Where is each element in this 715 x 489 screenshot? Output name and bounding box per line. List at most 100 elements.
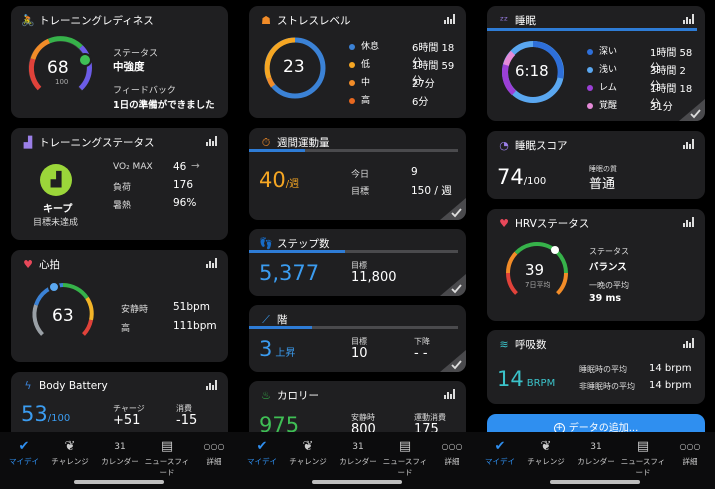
card-title: ⏱ 週間運動量 (259, 135, 330, 150)
feedback-label: フィードバック (113, 86, 176, 96)
tab-calendar[interactable]: 31 カレンダー (96, 438, 144, 467)
body-battery-card[interactable]: ϟ Body Battery 53/100 チャージ +51 消費 -15 (11, 372, 228, 432)
hrv-status-label: ステータス (589, 247, 629, 256)
home-indicator (312, 480, 402, 484)
stress-row-low: 低 1時間 59分 (349, 57, 456, 87)
sleep-zzz-icon: ᶻᶻ (499, 14, 509, 27)
tab-newsfeed[interactable]: ▤ ニュースフィード (380, 438, 430, 478)
steps-value: 5,377 (259, 261, 320, 285)
goal-value: 150 / 週 (411, 185, 452, 197)
flame-icon: ♨ (261, 389, 271, 402)
add-data-button[interactable]: + データの追加... (487, 414, 705, 432)
laurel-icon: ❦ (302, 439, 314, 454)
heart-icon: ♥ (23, 258, 33, 271)
plus-circle-icon: + (553, 422, 565, 432)
calories-rest-value: 800 (351, 422, 376, 432)
status-badge: キープ (43, 204, 73, 215)
tab-my-day[interactable]: ✔ マイデイ (476, 438, 524, 467)
legend-dot (587, 84, 593, 91)
card-title: ≋ 呼吸数 (497, 337, 546, 352)
newsfeed-icon: ▤ (636, 439, 650, 454)
awake-avg-value: 14 brpm (649, 380, 692, 391)
hrv-status-card[interactable]: ♥ HRVステータス 39 7日平均 ステータス バランス 一晩の平均 39 ms (487, 209, 705, 321)
tab-set-3: ✔ マイデイ ❦ チャレンジ 31 カレンダー ▤ ニュースフィード ○○○ 詳細 (476, 432, 715, 489)
training-status-card[interactable]: ▟ トレーニングステータス ▟ キープ 目標未達成 VO₂ MAX 46 → 負荷… (11, 128, 228, 240)
legend-dot (587, 102, 593, 109)
tab-my-day[interactable]: ✔ マイデイ (238, 438, 286, 467)
tab-set-2: ✔ マイデイ ❦ チャレンジ 31 カレンダー ▤ ニュースフィード ○○○ 詳細 (238, 432, 476, 489)
charge-value: +51 (113, 413, 141, 428)
card-title: ᶻᶻ 睡眠 (497, 13, 536, 28)
tab-challenges[interactable]: ❦ チャレンジ (46, 438, 94, 467)
laurel-icon: ❦ (64, 439, 76, 454)
tab-more[interactable]: ○○○ 詳細 (190, 438, 238, 467)
chart-icon[interactable] (206, 258, 218, 268)
stress-person-icon: ☗ (261, 14, 271, 27)
status-value: 中強度 (113, 61, 145, 73)
steps-goal-value: 11,800 (351, 270, 397, 285)
respiration-value: 14 BRPM (497, 367, 556, 391)
tab-more[interactable]: ○○○ 詳細 (666, 438, 714, 467)
tab-calendar[interactable]: 31 カレンダー (572, 438, 620, 467)
sleep-quality-value: 普通 (589, 177, 616, 192)
chart-icon[interactable] (683, 338, 695, 348)
weekly-progress-bar (249, 149, 458, 152)
cyclist-icon: 🚴 (21, 14, 35, 27)
stress-card[interactable]: ☗ ストレスレベル 23 休息 6時間 18分 低 1時間 59分 中 27分 高 6分 (249, 6, 466, 118)
chart-icon[interactable] (444, 389, 456, 399)
legend-dot (349, 79, 355, 86)
steps-card[interactable]: 👣 ステップ数 5,377 目標 11,800 (249, 229, 466, 296)
stairs-icon: ⟋ (262, 313, 270, 326)
drain-value: -15 (176, 413, 198, 428)
feedback-value: 1日の準備ができました (113, 100, 215, 111)
home-indicator (550, 480, 640, 484)
legend-dot (587, 66, 593, 73)
hrv-value: 39 (525, 261, 545, 279)
column-1: 🚴 トレーニングレディネス 68 100 ステータス 中強度 フィードバック 1日… (0, 0, 238, 432)
resting-label: 安静時 (121, 305, 149, 315)
goal-check-icon (440, 350, 466, 372)
chart-icon[interactable] (683, 217, 695, 227)
today-value: 9 (411, 166, 418, 178)
chart-icon[interactable] (683, 14, 695, 24)
vo2-trend-arrow-icon: → (191, 160, 200, 172)
sleep-avg-value: 14 brpm (649, 363, 692, 374)
column-2: ☗ ストレスレベル 23 休息 6時間 18分 低 1時間 59分 中 27分 高 6分 … (238, 0, 476, 432)
tab-more[interactable]: ○○○ 詳細 (428, 438, 476, 467)
tab-newsfeed[interactable]: ▤ ニュースフィード (618, 438, 668, 478)
chart-icon[interactable] (206, 136, 218, 146)
heat-value: 96% (173, 197, 197, 209)
tab-my-day[interactable]: ✔ マイデイ (0, 438, 48, 467)
calories-card[interactable]: ♨ カロリー 975 安静時 800 運動消費 175 (249, 381, 466, 432)
legend-dot (587, 48, 593, 55)
tab-challenges[interactable]: ❦ チャレンジ (284, 438, 332, 467)
calendar-icon: 31 (352, 442, 364, 452)
weekly-intensity-card[interactable]: ⏱ 週間運動量 40/週 今日 9 目標 150 / 週 (249, 128, 466, 220)
sleep-row-light: 浅い 3時間 2分 (587, 62, 695, 92)
heart-rate-card[interactable]: ♥ 心拍 63 安静時 51bpm 高 111bpm (11, 250, 228, 362)
sleep-card[interactable]: ᶻᶻ 睡眠 6:18 深い 1時間 58分 浅い 3時間 2分 レム 1時間 18分 覚… (487, 6, 705, 121)
respiration-card[interactable]: ≋ 呼吸数 14 BRPM 睡眠時の平均 14 brpm 非睡眠時の平均 14 br… (487, 330, 705, 404)
check-icon: ✔ (494, 439, 506, 454)
vo2-value: 46 (173, 161, 187, 173)
stress-row-medium: 中 27分 (349, 75, 456, 90)
floors-down-value: - - (414, 346, 428, 361)
tab-calendar[interactable]: 31 カレンダー (334, 438, 382, 467)
vo2-label: VO₂ MAX (113, 162, 153, 172)
chart-icon[interactable] (206, 380, 218, 390)
chart-icon[interactable] (683, 139, 695, 149)
chart-icon[interactable] (444, 14, 456, 24)
tab-challenges[interactable]: ❦ チャレンジ (522, 438, 570, 467)
sleep-score-icon: ◔ (499, 139, 509, 152)
load-value: 176 (173, 179, 194, 191)
card-title: ▟ トレーニングステータス (21, 135, 155, 150)
tab-newsfeed[interactable]: ▤ ニュースフィード (142, 438, 192, 478)
calories-active-value: 175 (414, 422, 439, 432)
weekly-progress-fill (249, 149, 306, 152)
training-readiness-card[interactable]: 🚴 トレーニングレディネス 68 100 ステータス 中強度 フィードバック 1日… (11, 6, 228, 118)
card-title: 🚴 トレーニングレディネス (21, 14, 154, 27)
sleep-score-card[interactable]: ◔ 睡眠スコア 74/100 睡眠の質 普通 (487, 131, 705, 199)
heart-rate-value: 63 (52, 306, 74, 326)
floors-goal-value: 10 (351, 346, 368, 361)
floors-card[interactable]: ⟋ 階 3 上昇 目標 10 下降 - - (249, 305, 466, 372)
